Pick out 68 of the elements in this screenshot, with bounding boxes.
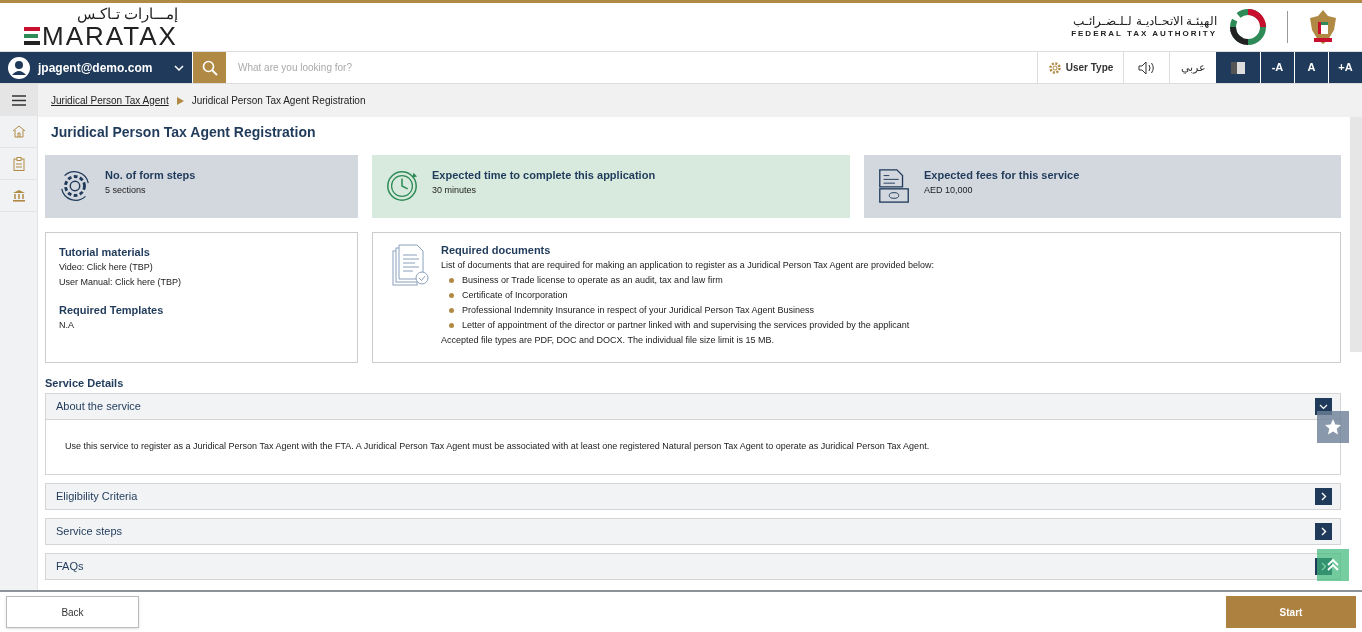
card-value: 30 minutes — [432, 184, 478, 197]
start-button[interactable]: Start — [1226, 596, 1356, 628]
emblem-icon — [1308, 8, 1338, 46]
chevron-down-icon — [174, 64, 184, 71]
card-title: No. of form steps — [105, 168, 196, 183]
document-item: Business or Trade license to operate as an audit, tax and law firm — [462, 274, 723, 287]
font-size-button[interactable]: +A — [1329, 52, 1362, 83]
card-title: Expected time to complete this application — [432, 168, 656, 183]
logo-text: MARATAX — [42, 23, 178, 49]
double-chevron-up-icon — [1326, 559, 1340, 571]
authority-logo-icon — [1229, 8, 1267, 46]
document-check-icon — [391, 243, 431, 289]
accordion-body-text: Use this service to register as a Juridical Person Tax Agent with the FTA. A Juridical Person Tax Agent must be associated with at least one registered Natural person Tax Agent to operate as Juridical Person Tax Agent. — [65, 440, 930, 454]
user-avatar-icon — [8, 56, 30, 79]
breadcrumb-current: Juridical Person Tax Agent Registration — [191, 94, 366, 108]
font-size-button[interactable]: A — [1295, 52, 1328, 83]
user-type-button[interactable]: User Type — [1037, 52, 1123, 83]
logo-arabic-text: إمـــارات تـاكـس — [76, 5, 178, 23]
contrast-icon — [1231, 61, 1245, 74]
user-menu[interactable]: jpagent@demo.com — [0, 52, 192, 83]
contrast-button[interactable] — [1216, 52, 1260, 83]
clipboard-icon — [12, 156, 25, 171]
favorite-button[interactable] — [1317, 411, 1349, 443]
tutorial-link-text: User Manual: Click here (TBP) — [59, 276, 183, 289]
section-heading: Required documents — [441, 243, 552, 258]
breadcrumb-arrow-icon — [176, 96, 184, 105]
document-item: Letter of appointment of the director or partner linked with and supervising the services provided by the applicant — [462, 319, 910, 332]
authority-name: FEDERAL TAX AUTHORITY — [1071, 28, 1217, 40]
accordion-header[interactable]: Eligibility Criteria — [45, 483, 1341, 510]
documents-note: Accepted file types are PDF, DOC and DOCX. The individual file size limit is 15 MB. — [441, 334, 775, 347]
star-icon — [1324, 418, 1342, 436]
search-icon — [201, 59, 218, 76]
section-heading: Service Details — [45, 376, 125, 391]
back-button[interactable]: Back — [6, 596, 139, 628]
tutorial-link-text: Video: Click here (TBP) — [59, 261, 154, 274]
bank-icon — [11, 189, 26, 202]
menu-icon — [11, 94, 26, 106]
chevron-right-icon — [1315, 488, 1332, 505]
document-item: Professional Indemnity Insurance in respect of your Juridical Person Tax Agent Business — [462, 304, 815, 317]
page-title: Juridical Person Tax Agent Registration — [50, 123, 317, 142]
scroll-top-button[interactable] — [1317, 549, 1349, 581]
documents-intro: List of documents that are required for making an application to register as a Juridical Person Tax Agent are provided below: — [441, 259, 935, 272]
invoice-money-icon — [876, 167, 912, 205]
authority-arabic-name: الهيئـة الاتحـاديـة لـلـضـرائـب — [1073, 14, 1217, 28]
section-heading: Required Templates — [59, 303, 165, 318]
card-title: Expected fees for this service — [924, 168, 1080, 183]
search-button[interactable] — [193, 52, 226, 83]
scrollbar-thumb[interactable] — [1350, 117, 1362, 352]
document-item: Certificate of Incorporation — [462, 289, 568, 302]
section-heading: Tutorial materials — [59, 245, 151, 260]
gear-icon — [1047, 60, 1062, 75]
card-value: 5 sections — [105, 184, 147, 197]
home-icon — [11, 125, 26, 138]
accordion-header[interactable]: About the service — [45, 393, 1341, 420]
accordion-header[interactable]: Service steps — [45, 518, 1341, 545]
template-value: N.A — [59, 319, 75, 332]
bullet-icon — [449, 308, 454, 313]
bullet-icon — [449, 293, 454, 298]
chevron-right-icon — [1315, 523, 1332, 540]
logo-mark-icon — [24, 26, 40, 46]
speaker-icon — [1137, 60, 1156, 75]
bullet-icon — [449, 323, 454, 328]
bullet-icon — [449, 278, 454, 283]
font-size-button[interactable]: -A — [1261, 52, 1294, 83]
search-field[interactable]: What are you looking for? — [226, 52, 1037, 83]
menu-button[interactable] — [0, 84, 37, 116]
breadcrumb-link[interactable]: Juridical Person Tax Agent — [51, 93, 169, 108]
card-value: AED 10,000 — [924, 184, 974, 197]
